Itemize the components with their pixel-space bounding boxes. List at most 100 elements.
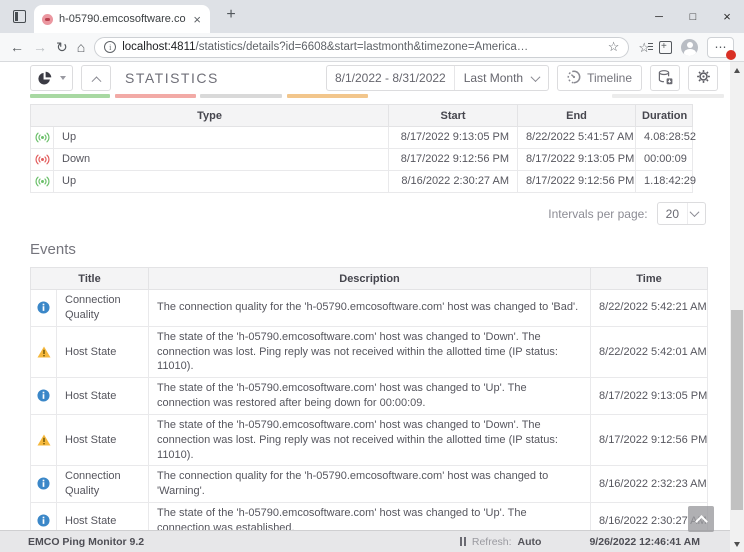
- tab-close-icon[interactable]: ×: [192, 13, 202, 26]
- window-minimize-button[interactable]: ─: [642, 0, 676, 33]
- more-icon: ⋯: [714, 40, 727, 54]
- profile-avatar[interactable]: [681, 38, 698, 56]
- interval-start: 8/17/2022 9:12:56 PM: [388, 148, 519, 171]
- event-title: Host State: [55, 502, 150, 530]
- event-row[interactable]: Host State The state of the 'h-05790.emc…: [30, 325, 709, 379]
- interval-row[interactable]: Up 8/17/2022 9:13:05 PM 8/22/2022 5:41:5…: [30, 126, 696, 149]
- pie-chart-icon: [31, 71, 58, 86]
- event-row[interactable]: Host State The state of the 'h-05790.emc…: [30, 502, 709, 530]
- tab-title: h-05790.emcosoftware.com - Sta: [59, 13, 187, 25]
- intervals-per-page: Intervals per page: 20: [0, 202, 706, 225]
- events-heading: Events: [30, 241, 76, 258]
- scroll-to-top-button[interactable]: [688, 506, 714, 532]
- window-controls: ─ □ ×: [642, 0, 744, 33]
- event-title: Connection Quality: [55, 289, 150, 327]
- browser-menu-button[interactable]: ⋯: [707, 36, 736, 60]
- interval-type: Up: [52, 170, 390, 193]
- scrollbar-thumb[interactable]: [731, 310, 743, 510]
- date-range-value[interactable]: 8/1/2022 - 8/31/2022: [327, 71, 454, 85]
- intervals-header-row: Type Start End Duration: [29, 104, 694, 127]
- event-description: The state of the 'h-05790.emcosoftware.c…: [148, 325, 592, 379]
- collections-icon[interactable]: [659, 37, 675, 54]
- signal-icon: [35, 154, 50, 165]
- refresh-value[interactable]: Auto: [518, 536, 542, 548]
- event-row[interactable]: Connection Quality The connection qualit…: [30, 465, 709, 504]
- event-description: The state of the 'h-05790.emcosoftware.c…: [148, 413, 592, 467]
- event-status-icon: [37, 346, 51, 358]
- date-range-control[interactable]: 8/1/2022 - 8/31/2022 Last Month: [325, 65, 550, 91]
- event-description: The state of the 'h-05790.emcosoftware.c…: [148, 377, 592, 415]
- browser-tab[interactable]: h-05790.emcosoftware.com - Sta ×: [34, 5, 210, 33]
- chart-type-button[interactable]: [30, 65, 73, 91]
- events-table: Title Description Time Connection Qualit…: [29, 267, 709, 530]
- event-title: Host State: [55, 413, 150, 467]
- add-favorite-star-icon[interactable]: ☆: [608, 39, 620, 55]
- chevron-down-icon: [530, 71, 541, 82]
- gear-icon: [696, 69, 711, 87]
- event-time: 8/17/2022 9:12:56 PM: [590, 413, 709, 467]
- intervals-table: Type Start End Duration Up 8/17/2022 9:1…: [29, 104, 696, 193]
- browser-tab-strip: h-05790.emcosoftware.com - Sta × + ─ □ ×: [0, 0, 744, 33]
- event-status-icon: [37, 389, 50, 402]
- window-close-button[interactable]: ×: [710, 0, 744, 33]
- settings-button[interactable]: [688, 65, 718, 91]
- light-strip: [612, 94, 724, 98]
- forward-icon: →: [33, 39, 47, 55]
- uptime-strip: [30, 94, 110, 98]
- chevron-down-icon: [687, 203, 705, 224]
- timeline-button[interactable]: Timeline: [557, 65, 642, 91]
- summary-cards-edge: [0, 94, 730, 99]
- tab-actions-button[interactable]: [7, 5, 31, 29]
- col-duration: Duration: [635, 104, 694, 127]
- scrollbar-down-arrow[interactable]: [730, 537, 744, 551]
- export-data-button[interactable]: [650, 65, 680, 91]
- interval-row[interactable]: Up 8/16/2022 2:30:27 AM 8/17/2022 9:12:5…: [30, 170, 696, 193]
- new-tab-button[interactable]: +: [221, 6, 241, 24]
- interval-type: Up: [52, 126, 390, 149]
- tab-actions-icon: [12, 10, 26, 23]
- event-row[interactable]: Host State The state of the 'h-05790.emc…: [30, 377, 709, 415]
- pause-icon[interactable]: [459, 537, 466, 546]
- statistics-page: STATISTICS 8/1/2022 - 8/31/2022 Last Mon…: [0, 62, 730, 530]
- statistics-header: STATISTICS 8/1/2022 - 8/31/2022 Last Mon…: [0, 62, 730, 94]
- col-title: Title: [29, 267, 150, 290]
- event-row[interactable]: Connection Quality The connection qualit…: [30, 289, 709, 327]
- site-info-icon[interactable]: i: [104, 41, 117, 53]
- period-select[interactable]: Last Month: [453, 66, 548, 90]
- event-title: Host State: [55, 325, 150, 379]
- refresh-cluster: Refresh: Auto: [459, 536, 542, 548]
- col-end: End: [517, 104, 637, 127]
- event-status-icon: [37, 477, 50, 490]
- interval-duration: 1.18:42:29: [635, 170, 696, 193]
- event-title: Host State: [55, 377, 150, 415]
- chevron-down-icon[interactable]: [58, 76, 72, 80]
- status-bar: EMCO Ping Monitor 9.2 Refresh: Auto 9/26…: [0, 530, 730, 552]
- interval-duration: 4.08:28:52: [635, 126, 696, 149]
- collapse-summary-button[interactable]: [81, 65, 111, 91]
- col-description: Description: [148, 267, 592, 290]
- home-icon[interactable]: ⌂: [77, 40, 85, 54]
- event-row[interactable]: Host State The state of the 'h-05790.emc…: [30, 413, 709, 467]
- window-maximize-button[interactable]: □: [676, 0, 710, 33]
- header-controls: 8/1/2022 - 8/31/2022 Last Month Timeline: [325, 65, 718, 91]
- signal-icon: [35, 132, 50, 143]
- intervals-per-page-select[interactable]: 20: [656, 202, 706, 225]
- back-icon[interactable]: ←: [10, 40, 24, 54]
- event-time: 8/22/2022 5:42:21 AM: [590, 289, 709, 327]
- vertical-scrollbar[interactable]: [730, 62, 744, 552]
- interval-row[interactable]: Down 8/17/2022 9:12:56 PM 8/17/2022 9:13…: [30, 148, 694, 171]
- favorites-icon[interactable]: ☆: [638, 41, 653, 54]
- event-time: 8/17/2022 9:13:05 PM: [590, 377, 709, 415]
- page-title: STATISTICS: [125, 70, 219, 86]
- chevron-up-icon: [694, 515, 708, 528]
- quality-strip: [287, 94, 368, 98]
- interval-end: 8/22/2022 5:41:57 AM: [517, 126, 637, 149]
- browser-toolbar: ← → ↻ ⌂ i localhost:4811/statistics/deta…: [0, 33, 744, 62]
- scrollbar-up-arrow[interactable]: [730, 63, 744, 77]
- event-status-icon: [37, 434, 51, 446]
- url-text: localhost:4811/statistics/details?id=660…: [122, 41, 528, 53]
- address-bar[interactable]: i localhost:4811/statistics/details?id=6…: [94, 36, 630, 58]
- refresh-icon[interactable]: ↻: [56, 40, 68, 54]
- events-header-row: Title Description Time: [29, 267, 709, 290]
- database-export-icon: [657, 69, 673, 88]
